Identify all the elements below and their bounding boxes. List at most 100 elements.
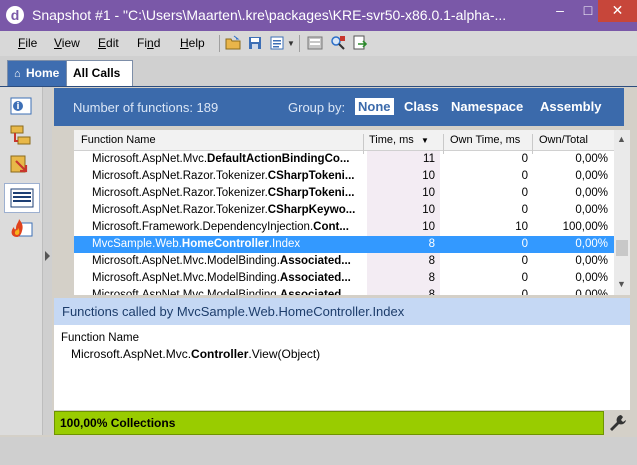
function-name-cell: MvcSample.Web.HomeController.Index <box>92 236 363 253</box>
group-by-none[interactable]: None <box>355 98 394 115</box>
scroll-up-icon[interactable]: ▲ <box>617 134 626 144</box>
grid-scrollbar[interactable]: ▲ ▼ <box>614 130 630 295</box>
function-namespace: Microsoft.AspNet.Mvc.ModelBinding. <box>92 289 280 295</box>
function-namespace: Microsoft.AspNet.Mvc. <box>92 153 208 165</box>
scrollbar-thumb[interactable] <box>616 240 628 256</box>
own-time-cell: 0 <box>521 170 528 182</box>
col-own-time[interactable]: Own Time, ms <box>450 134 520 146</box>
function-namespace: Microsoft.AspNet.Razor.Tokenizer. <box>92 170 268 182</box>
function-class: Associated... <box>279 289 351 295</box>
table-row[interactable]: Microsoft.AspNet.Mvc.ModelBinding.Associ… <box>74 270 614 287</box>
sort-descending-icon: ▼ <box>421 136 429 145</box>
find-usages-icon[interactable] <box>330 35 346 51</box>
callee-class: Controller <box>191 347 249 361</box>
open-folder-icon[interactable] <box>225 35 241 51</box>
function-class: CSharpTokeni... <box>267 170 355 182</box>
wrench-icon[interactable] <box>608 413 628 433</box>
time-cell: 10 <box>367 185 440 202</box>
callee-col-function-name[interactable]: Function Name <box>61 332 139 344</box>
snapshot-list-icon[interactable] <box>269 35 285 51</box>
time-cell: 8 <box>367 270 440 287</box>
group-by-bar: Number of functions: 189 Group by: None … <box>54 88 624 126</box>
function-namespace: Microsoft.AspNet.Razor.Tokenizer. <box>92 204 268 216</box>
col-function-name[interactable]: Function Name <box>81 134 156 146</box>
menu-view[interactable]: View <box>54 36 80 50</box>
menu-help[interactable]: Help <box>180 36 205 50</box>
own-time-cell: 10 <box>515 221 528 233</box>
functions-grid: Function Name Time, ms ▼ Own Time, ms Ow… <box>74 130 614 295</box>
function-method: .Index <box>268 238 301 250</box>
own-time-cell: 0 <box>521 153 528 165</box>
menu-find[interactable]: Find <box>137 36 160 50</box>
function-name-cell: Microsoft.Framework.DependencyInjection.… <box>92 219 363 236</box>
time-cell: 8 <box>367 253 440 270</box>
group-by-assembly[interactable]: Assembly <box>537 98 604 115</box>
menu-edit-label: Edit <box>98 36 119 50</box>
app-window: d Snapshot #1 - "C:\Users\Maarten\.kre\p… <box>0 0 637 465</box>
table-row[interactable]: Microsoft.Framework.DependencyInjection.… <box>74 219 614 236</box>
own-time-cell: 0 <box>521 187 528 199</box>
chevron-down-icon[interactable]: ▼ <box>287 39 295 48</box>
grid-view-icon[interactable] <box>307 35 323 51</box>
table-row[interactable]: Microsoft.AspNet.Razor.Tokenizer.CSharpK… <box>74 202 614 219</box>
menu-view-label: View <box>54 36 80 50</box>
time-cell: 8 <box>367 236 440 253</box>
callee-list-item[interactable]: Microsoft.AspNet.Mvc.Controller.View(Obj… <box>71 347 320 361</box>
function-count: Number of functions: 189 <box>73 100 219 115</box>
table-row[interactable]: Microsoft.AspNet.Razor.Tokenizer.CSharpT… <box>74 185 614 202</box>
minimize-button[interactable]: – <box>545 0 575 22</box>
save-icon[interactable] <box>247 35 263 51</box>
callee-suffix: .View(Object) <box>248 347 321 361</box>
function-name-cell: Microsoft.AspNet.Mvc.DefaultActionBindin… <box>92 151 363 168</box>
group-by-class[interactable]: Class <box>401 98 442 115</box>
group-by-label: Group by: <box>288 100 346 115</box>
home-icon: ⌂ <box>14 68 21 80</box>
menu-file-label: File <box>18 36 38 50</box>
close-button[interactable]: ✕ <box>598 0 637 22</box>
hot-spots-icon[interactable] <box>8 215 34 241</box>
own-time-cell: 0 <box>521 272 528 284</box>
function-namespace: MvcSample.Web. <box>92 238 182 250</box>
tab-all-calls[interactable]: All Calls <box>66 60 133 86</box>
call-tree-icon[interactable] <box>8 123 34 149</box>
snapshot-info-icon[interactable] <box>8 93 34 119</box>
table-row[interactable]: Microsoft.AspNet.Mvc.DefaultActionBindin… <box>74 151 614 168</box>
function-class: CSharpTokeni... <box>267 187 355 199</box>
menu-find-label: Find <box>137 36 161 50</box>
time-cell: 10 <box>367 202 440 219</box>
function-class: CSharpKeywo... <box>267 204 356 216</box>
menu-edit[interactable]: Edit <box>98 36 119 50</box>
function-class: Cont... <box>313 221 349 233</box>
table-row[interactable]: Microsoft.AspNet.Mvc.ModelBinding.Associ… <box>74 287 614 295</box>
table-row[interactable]: Microsoft.AspNet.Razor.Tokenizer.CSharpT… <box>74 168 614 185</box>
window-title: Snapshot #1 - "C:\Users\Maarten\.kre\pac… <box>32 7 507 23</box>
function-name-cell: Microsoft.AspNet.Razor.Tokenizer.CSharpK… <box>92 202 363 219</box>
plain-list-view-button[interactable] <box>4 183 40 213</box>
table-row[interactable]: MvcSample.Web.HomeController.Index 8 0 0,00… <box>74 236 614 253</box>
own-total-cell: 0,00% <box>575 170 608 182</box>
own-total-cell: 0,00% <box>575 238 608 250</box>
function-namespace: Microsoft.AspNet.Mvc.ModelBinding. <box>92 255 280 267</box>
menu-help-label: Help <box>180 36 205 50</box>
callee-panel: Function Name Microsoft.AspNet.Mvc.Contr… <box>54 325 630 410</box>
group-by-namespace[interactable]: Namespace <box>448 98 526 115</box>
tab-home[interactable]: ⌂ Home <box>7 60 73 86</box>
function-name-cell: Microsoft.AspNet.Mvc.ModelBinding.Associ… <box>92 270 363 287</box>
table-row[interactable]: Microsoft.AspNet.Mvc.ModelBinding.Associ… <box>74 253 614 270</box>
panel-splitter[interactable] <box>43 87 52 435</box>
menu-file[interactable]: File <box>18 36 37 50</box>
tab-all-calls-label: All Calls <box>73 66 121 80</box>
tab-home-label: Home <box>26 66 60 80</box>
scroll-down-icon[interactable]: ▼ <box>617 279 626 289</box>
dottrace-icon: d <box>6 6 24 24</box>
collapse-arrow-icon[interactable] <box>45 251 50 261</box>
toolbar-separator <box>299 35 300 52</box>
function-class: HomeController <box>181 238 269 250</box>
back-traces-icon[interactable] <box>8 153 34 179</box>
col-own-total[interactable]: Own/Total <box>539 134 588 146</box>
own-total-cell: 0,00% <box>575 204 608 216</box>
menu-bar: File View Edit Find Help ▼ <box>0 31 637 56</box>
export-icon[interactable] <box>352 35 368 51</box>
col-time[interactable]: Time, ms <box>369 134 414 146</box>
own-time-cell: 0 <box>521 255 528 267</box>
